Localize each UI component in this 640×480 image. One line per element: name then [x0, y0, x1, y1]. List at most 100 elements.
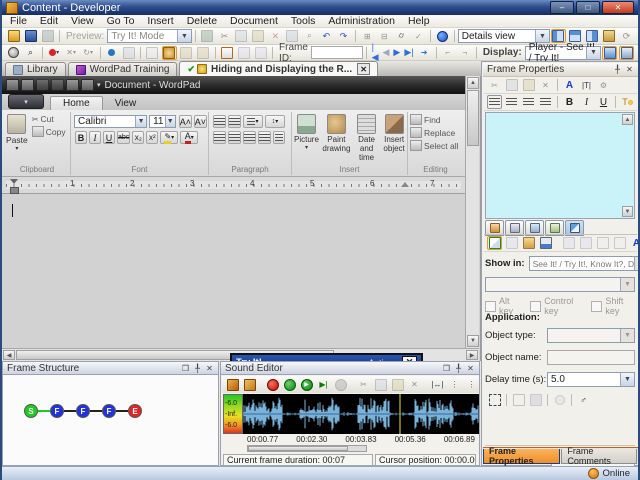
decrease-indent-button[interactable] [213, 115, 226, 128]
pin-icon[interactable]: ╀ [454, 364, 463, 373]
menu-document[interactable]: Document [230, 15, 278, 27]
select-all-button[interactable]: Select all [410, 140, 463, 151]
waveform-scrollbar[interactable] [247, 445, 367, 452]
scroll-right-icon[interactable]: ▶ [466, 350, 478, 360]
open-item-icon[interactable] [521, 236, 536, 250]
frame-node-s-0[interactable]: S [24, 404, 38, 418]
frame-node-e-4[interactable]: E [128, 404, 142, 418]
frame-properties-header[interactable]: Frame Properties ╀ ✕ [483, 63, 638, 77]
highlight-button[interactable]: ✎ ▾ [160, 131, 179, 144]
vscroll-thumb[interactable] [467, 90, 479, 146]
tab-hiding-displaying-ruler[interactable]: ✔ Hiding and Displaying the R... ✕ [179, 61, 379, 76]
minimize-button[interactable]: – [550, 1, 574, 14]
paint-drawing-button[interactable]: Paint drawing [322, 114, 350, 153]
italic-icon[interactable]: I [579, 95, 594, 109]
text-effects-icon[interactable]: T [620, 95, 635, 109]
find-frame-icon[interactable]: ⌕ [23, 46, 38, 60]
bold-icon[interactable]: B [562, 95, 577, 109]
wordpad-menu-button[interactable]: ▾ [8, 94, 44, 109]
export-sound-icon[interactable] [242, 378, 257, 392]
capture-icon[interactable] [161, 45, 177, 60]
maximize-button[interactable]: □ [576, 1, 600, 14]
first-frame-icon[interactable]: |◀ [372, 42, 379, 63]
simulation-viewport[interactable]: ▾ Document - WordPad ▾ Home View Paste ▾ … [2, 76, 481, 429]
replace-button[interactable]: Replace [410, 127, 463, 138]
vertical-scrollbar[interactable]: ▲ ▼ [465, 76, 479, 348]
align-right-icon[interactable] [521, 95, 536, 109]
frame-node-f-3[interactable]: F [102, 404, 116, 418]
frame-node-f-2[interactable]: F [76, 404, 90, 418]
menu-insert[interactable]: Insert [147, 15, 173, 27]
last-frame-icon[interactable]: ▶| [404, 47, 413, 58]
underline-button[interactable]: U [103, 131, 115, 144]
frame-id-input[interactable] [310, 46, 363, 59]
scroll-down-icon[interactable]: ▼ [467, 335, 479, 347]
wordpad-ruler[interactable]: 1 2 3 4 5 6 7 [2, 177, 465, 194]
pin-icon[interactable]: ╀ [613, 65, 622, 74]
properties-icon[interactable] [602, 29, 617, 43]
tab-frame-properties[interactable]: Frame Properties [483, 446, 561, 466]
underline-icon[interactable]: U [596, 95, 611, 109]
menu-edit[interactable]: Edit [40, 15, 58, 27]
maximize-panel-icon[interactable]: ❒ [442, 364, 451, 373]
tab-library[interactable]: Library [5, 62, 66, 76]
insert-object-button[interactable]: Insert object [383, 114, 405, 153]
wordpad-document-area[interactable] [2, 194, 465, 348]
scroll-left-icon[interactable]: ◀ [3, 350, 15, 360]
scroll-down-icon[interactable]: ▼ [622, 206, 633, 217]
close-button[interactable]: ✕ [602, 1, 634, 14]
fill-color-icon[interactable] [538, 236, 553, 250]
import-sound-icon[interactable] [225, 378, 240, 392]
shift-key-checkbox[interactable] [591, 300, 603, 312]
subscript-button[interactable]: x₂ [132, 131, 145, 144]
export-icon[interactable] [619, 45, 634, 60]
superscript-button[interactable]: x² [146, 131, 159, 144]
copy-button[interactable]: Copy [31, 126, 66, 137]
preview-mode-combo[interactable]: Try It! Mode ▼ [107, 29, 192, 43]
frame-node-f-1[interactable]: F [50, 404, 64, 418]
increase-indent-button[interactable] [228, 115, 241, 128]
picture-button[interactable]: Picture ▾ [294, 114, 319, 151]
right-indent-marker[interactable] [401, 182, 409, 187]
scroll-up-icon[interactable]: ▲ [622, 114, 633, 125]
menu-goto[interactable]: Go To [107, 15, 135, 27]
date-time-button[interactable]: Date and time [354, 114, 379, 162]
frame-text-editor[interactable]: ▲ ▼ [485, 112, 635, 219]
shrink-font-button[interactable]: A˅ [193, 115, 207, 128]
marker-in-icon[interactable]: ⋮ [447, 378, 462, 392]
menu-help[interactable]: Help [408, 15, 430, 27]
control-key-checkbox[interactable] [530, 300, 542, 312]
align-left-icon[interactable] [487, 95, 502, 109]
grow-font-button[interactable]: A˄ [178, 115, 192, 128]
menu-administration[interactable]: Administration [328, 15, 395, 27]
font-color-button[interactable]: A ▾ [180, 131, 199, 144]
align-center-button[interactable] [228, 131, 241, 144]
delay-time-combo[interactable]: 5.0 ▼ [547, 372, 635, 387]
open-icon[interactable] [6, 29, 21, 43]
help-icon[interactable] [435, 29, 450, 43]
next-frame-icon[interactable]: ▶ [393, 47, 400, 58]
font-name-combo[interactable]: Calibri ▼ [74, 115, 148, 128]
bold-button[interactable]: B [75, 131, 87, 144]
goto-frame-icon[interactable]: ➜ [417, 46, 432, 60]
tab-wordpad-training[interactable]: WordPad Training [67, 62, 178, 76]
find-icon[interactable]: ⌭ [394, 29, 409, 43]
selection-area-icon[interactable] [487, 393, 502, 407]
apply-icon[interactable] [487, 236, 502, 250]
undo-icon[interactable]: ↶ [319, 29, 334, 43]
player-icon[interactable] [602, 45, 617, 60]
wordpad-tab-home[interactable]: Home [50, 96, 103, 110]
tab-frame-comments[interactable]: Frame Comments [561, 446, 637, 466]
save-icon[interactable] [23, 29, 38, 43]
close-panel-icon[interactable]: ✕ [466, 364, 475, 373]
waveform-display[interactable] [242, 394, 479, 434]
show-in-combo[interactable]: See It! / Try It!, Know It?, Do It!▼ [528, 256, 638, 271]
wordpad-tab-view[interactable]: View [103, 97, 149, 110]
waveform-scroll-thumb[interactable] [248, 446, 348, 451]
marker-out-icon[interactable]: ⋮ [464, 378, 479, 392]
tab-close-icon[interactable]: ✕ [357, 63, 371, 75]
stopwatch-icon[interactable] [6, 46, 21, 60]
alt-key-checkbox[interactable] [485, 300, 496, 312]
record-icon[interactable] [265, 378, 280, 392]
document-frame-icon[interactable] [219, 46, 234, 60]
